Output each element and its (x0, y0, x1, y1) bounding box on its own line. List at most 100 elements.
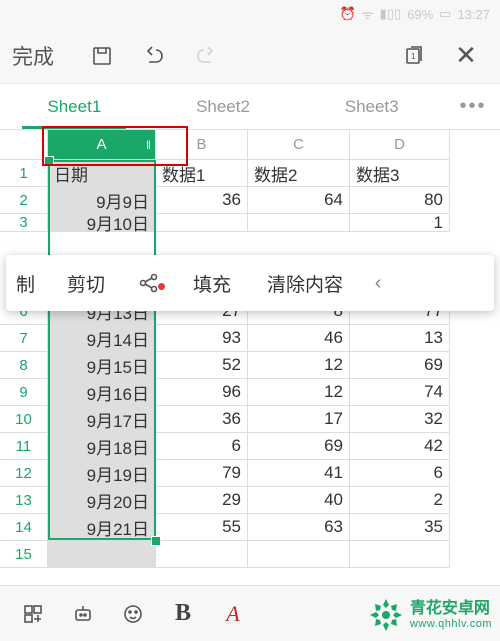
col-header-b[interactable]: B (156, 130, 248, 160)
close-icon: ✕ (455, 40, 477, 71)
cell[interactable]: 64 (248, 187, 350, 214)
cell[interactable]: 46 (248, 325, 350, 352)
cell[interactable]: 9月10日 (48, 214, 156, 232)
cell[interactable]: 79 (156, 460, 248, 487)
cell[interactable]: 29 (156, 487, 248, 514)
font-color-icon: A (226, 601, 239, 627)
cell[interactable]: 9月18日 (48, 433, 156, 460)
cell[interactable]: 52 (156, 352, 248, 379)
cell[interactable]: 9月15日 (48, 352, 156, 379)
emoji-button[interactable] (108, 592, 158, 636)
share-icon (137, 271, 161, 295)
table-row: 1 日期 数据1 数据2 数据3 (0, 160, 500, 187)
cell[interactable] (156, 541, 248, 568)
cell[interactable]: 9月16日 (48, 379, 156, 406)
font-color-button[interactable]: A (208, 592, 258, 636)
cell[interactable]: 13 (350, 325, 450, 352)
context-more-button[interactable]: ‹ (361, 272, 395, 295)
cell[interactable]: 日期 (48, 160, 156, 187)
row-header[interactable]: 9 (0, 379, 48, 406)
cell[interactable]: 2 (350, 487, 450, 514)
close-button[interactable]: ✕ (444, 34, 488, 78)
tab-sheet3[interactable]: Sheet3 (297, 84, 446, 129)
fill-action[interactable]: 填充 (175, 255, 249, 311)
cell[interactable]: 69 (248, 433, 350, 460)
bold-button[interactable]: B (158, 592, 208, 636)
row-header[interactable]: 14 (0, 514, 48, 541)
undo-button[interactable] (132, 34, 176, 78)
cell[interactable]: 6 (350, 460, 450, 487)
cell[interactable]: 12 (248, 352, 350, 379)
cell[interactable]: 9月14日 (48, 325, 156, 352)
spreadsheet-grid[interactable]: A‖ B C D 1 日期 数据1 数据2 数据3 2 9月9日 36 64 8… (0, 130, 500, 568)
cell[interactable] (48, 541, 156, 568)
done-button[interactable]: 完成 (12, 41, 54, 71)
alarm-icon: ⏰ (340, 6, 356, 22)
cell[interactable]: 93 (156, 325, 248, 352)
row-header[interactable]: 7 (0, 325, 48, 352)
cell[interactable]: 9月21日 (48, 514, 156, 541)
status-bar: ⏰ ᯤ ▮▯▯ 69% ▭ 13:27 (0, 0, 500, 28)
col-header-a[interactable]: A‖ (48, 130, 156, 160)
cell[interactable]: 9月9日 (48, 187, 156, 214)
cell[interactable]: 9月19日 (48, 460, 156, 487)
keyboard-button[interactable] (8, 592, 58, 636)
cell[interactable]: 42 (350, 433, 450, 460)
context-menu: 制 剪切 填充 清除内容 ‹ (6, 255, 494, 311)
assistant-button[interactable] (58, 592, 108, 636)
sheet-more-button[interactable]: ••• (446, 95, 500, 118)
watermark-logo-icon (368, 597, 404, 633)
cell[interactable]: 36 (156, 406, 248, 433)
row-header[interactable]: 3 (0, 214, 48, 232)
share-action[interactable] (123, 271, 175, 295)
cell[interactable]: 32 (350, 406, 450, 433)
cell[interactable]: 数据1 (156, 160, 248, 187)
row-header[interactable]: 15 (0, 541, 48, 568)
cell[interactable]: 96 (156, 379, 248, 406)
svg-text:1: 1 (411, 52, 416, 61)
cell[interactable]: 36 (156, 187, 248, 214)
clear-action[interactable]: 清除内容 (249, 255, 361, 311)
tab-sheet2[interactable]: Sheet2 (149, 84, 298, 129)
column-resize-handle[interactable]: ‖ (146, 138, 151, 152)
save-button[interactable] (80, 34, 124, 78)
copy-sheet-button[interactable]: 1 (392, 34, 436, 78)
cell[interactable] (156, 214, 248, 232)
cut-action[interactable]: 剪切 (49, 255, 123, 311)
cell[interactable]: 63 (248, 514, 350, 541)
cell[interactable]: 69 (350, 352, 450, 379)
cell[interactable] (350, 541, 450, 568)
cell[interactable] (248, 214, 350, 232)
copy-action[interactable]: 制 (6, 255, 49, 311)
cell[interactable]: 12 (248, 379, 350, 406)
row-header[interactable]: 13 (0, 487, 48, 514)
clock: 13:27 (457, 7, 490, 22)
cell[interactable]: 1 (350, 214, 450, 232)
row-header[interactable]: 11 (0, 433, 48, 460)
cell[interactable]: 55 (156, 514, 248, 541)
cell[interactable]: 9月20日 (48, 487, 156, 514)
cell[interactable]: 80 (350, 187, 450, 214)
wifi-icon: ᯤ (362, 5, 374, 23)
cell[interactable]: 35 (350, 514, 450, 541)
cell[interactable]: 6 (156, 433, 248, 460)
table-row: 7 9月14日 93 46 13 (0, 325, 500, 352)
row-header[interactable]: 10 (0, 406, 48, 433)
col-header-d[interactable]: D (350, 130, 450, 160)
cell[interactable]: 数据2 (248, 160, 350, 187)
cell[interactable]: 17 (248, 406, 350, 433)
row-header[interactable]: 8 (0, 352, 48, 379)
cell[interactable]: 数据3 (350, 160, 450, 187)
row-header[interactable]: 2 (0, 187, 48, 214)
row-header[interactable]: 1 (0, 160, 48, 187)
cell[interactable]: 74 (350, 379, 450, 406)
cell[interactable]: 9月17日 (48, 406, 156, 433)
row-header[interactable]: 12 (0, 460, 48, 487)
grid-icon (21, 602, 45, 626)
cell[interactable]: 41 (248, 460, 350, 487)
cell[interactable] (248, 541, 350, 568)
col-header-c[interactable]: C (248, 130, 350, 160)
cell[interactable]: 40 (248, 487, 350, 514)
select-all-corner[interactable] (0, 130, 48, 160)
tab-sheet1[interactable]: Sheet1 (0, 84, 149, 129)
